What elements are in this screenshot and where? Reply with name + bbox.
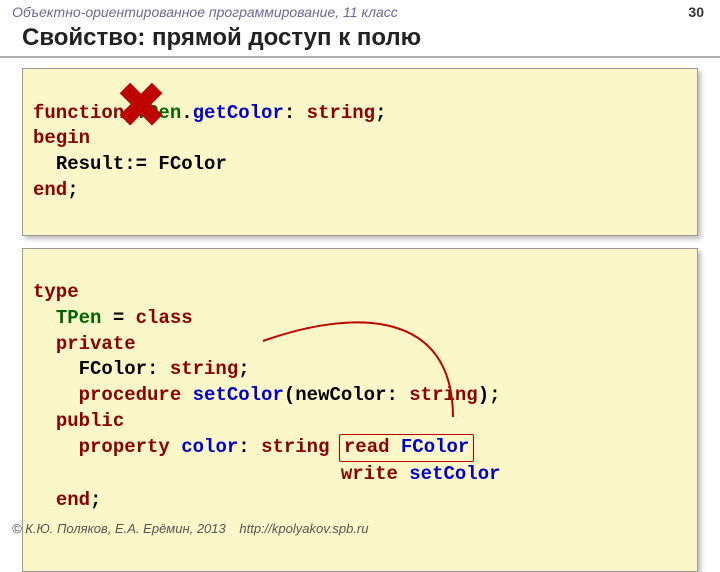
- write-setter: setColor: [409, 463, 500, 485]
- course-header: Объектно-ориентированное программировани…: [0, 0, 720, 22]
- indent: [33, 436, 79, 458]
- param-type: string: [409, 384, 477, 406]
- kw-function: function: [33, 102, 136, 124]
- method-name: getColor: [193, 102, 284, 124]
- kw-procedure: procedure: [79, 384, 182, 406]
- open-paren: (newColor:: [284, 384, 409, 406]
- code-block-getter: function TPen.getColor: string; begin Re…: [22, 68, 698, 236]
- kw-end: end: [56, 489, 90, 511]
- class-name: TPen: [136, 102, 182, 124]
- indent: [33, 463, 341, 485]
- sp: [398, 463, 409, 485]
- indent: [33, 358, 79, 380]
- kw-public: public: [56, 410, 124, 432]
- page-number: 30: [688, 4, 704, 20]
- kw-property: property: [79, 436, 170, 458]
- semicolon: ;: [375, 102, 386, 124]
- close-paren: );: [478, 384, 501, 406]
- indent: [33, 307, 56, 329]
- kw-type: type: [33, 281, 79, 303]
- eq: =: [101, 307, 135, 329]
- prop-name: color: [181, 436, 238, 458]
- result-line: Result:= FColor: [56, 153, 227, 175]
- kw-end: end: [33, 179, 67, 201]
- kw-read: read: [344, 436, 390, 458]
- read-field: FColor: [401, 436, 469, 458]
- sp: [390, 436, 401, 458]
- semicolon: ;: [238, 358, 249, 380]
- prop-type: string: [261, 436, 329, 458]
- colon: :: [238, 436, 261, 458]
- indent: [33, 153, 56, 175]
- dot: .: [181, 102, 192, 124]
- footer-url: http://kpolyakov.spb.ru: [239, 521, 368, 536]
- indent: [33, 410, 56, 432]
- copyright: © К.Ю. Поляков, Е.А. Ерёмин, 2013: [12, 521, 226, 536]
- indent: [33, 333, 56, 355]
- indent: [33, 384, 79, 406]
- sp: [170, 436, 181, 458]
- kw-begin: begin: [33, 127, 90, 149]
- kw-private: private: [56, 333, 136, 355]
- proc-name: setColor: [193, 384, 284, 406]
- indent: [33, 489, 56, 511]
- semicolon: ;: [67, 179, 78, 201]
- class-name: TPen: [56, 307, 102, 329]
- footer: © К.Ю. Поляков, Е.А. Ерёмин, 2013 http:/…: [12, 521, 368, 536]
- read-clause-box: read FColor: [339, 434, 474, 462]
- field-type: string: [170, 358, 238, 380]
- semicolon: ;: [90, 489, 101, 511]
- kw-class: class: [136, 307, 193, 329]
- sp: [181, 384, 192, 406]
- colon: :: [284, 102, 307, 124]
- kw-write: write: [341, 463, 398, 485]
- slide-title: Свойство: прямой доступ к полю: [0, 22, 720, 58]
- return-type: string: [307, 102, 375, 124]
- field-decl: FColor:: [79, 358, 170, 380]
